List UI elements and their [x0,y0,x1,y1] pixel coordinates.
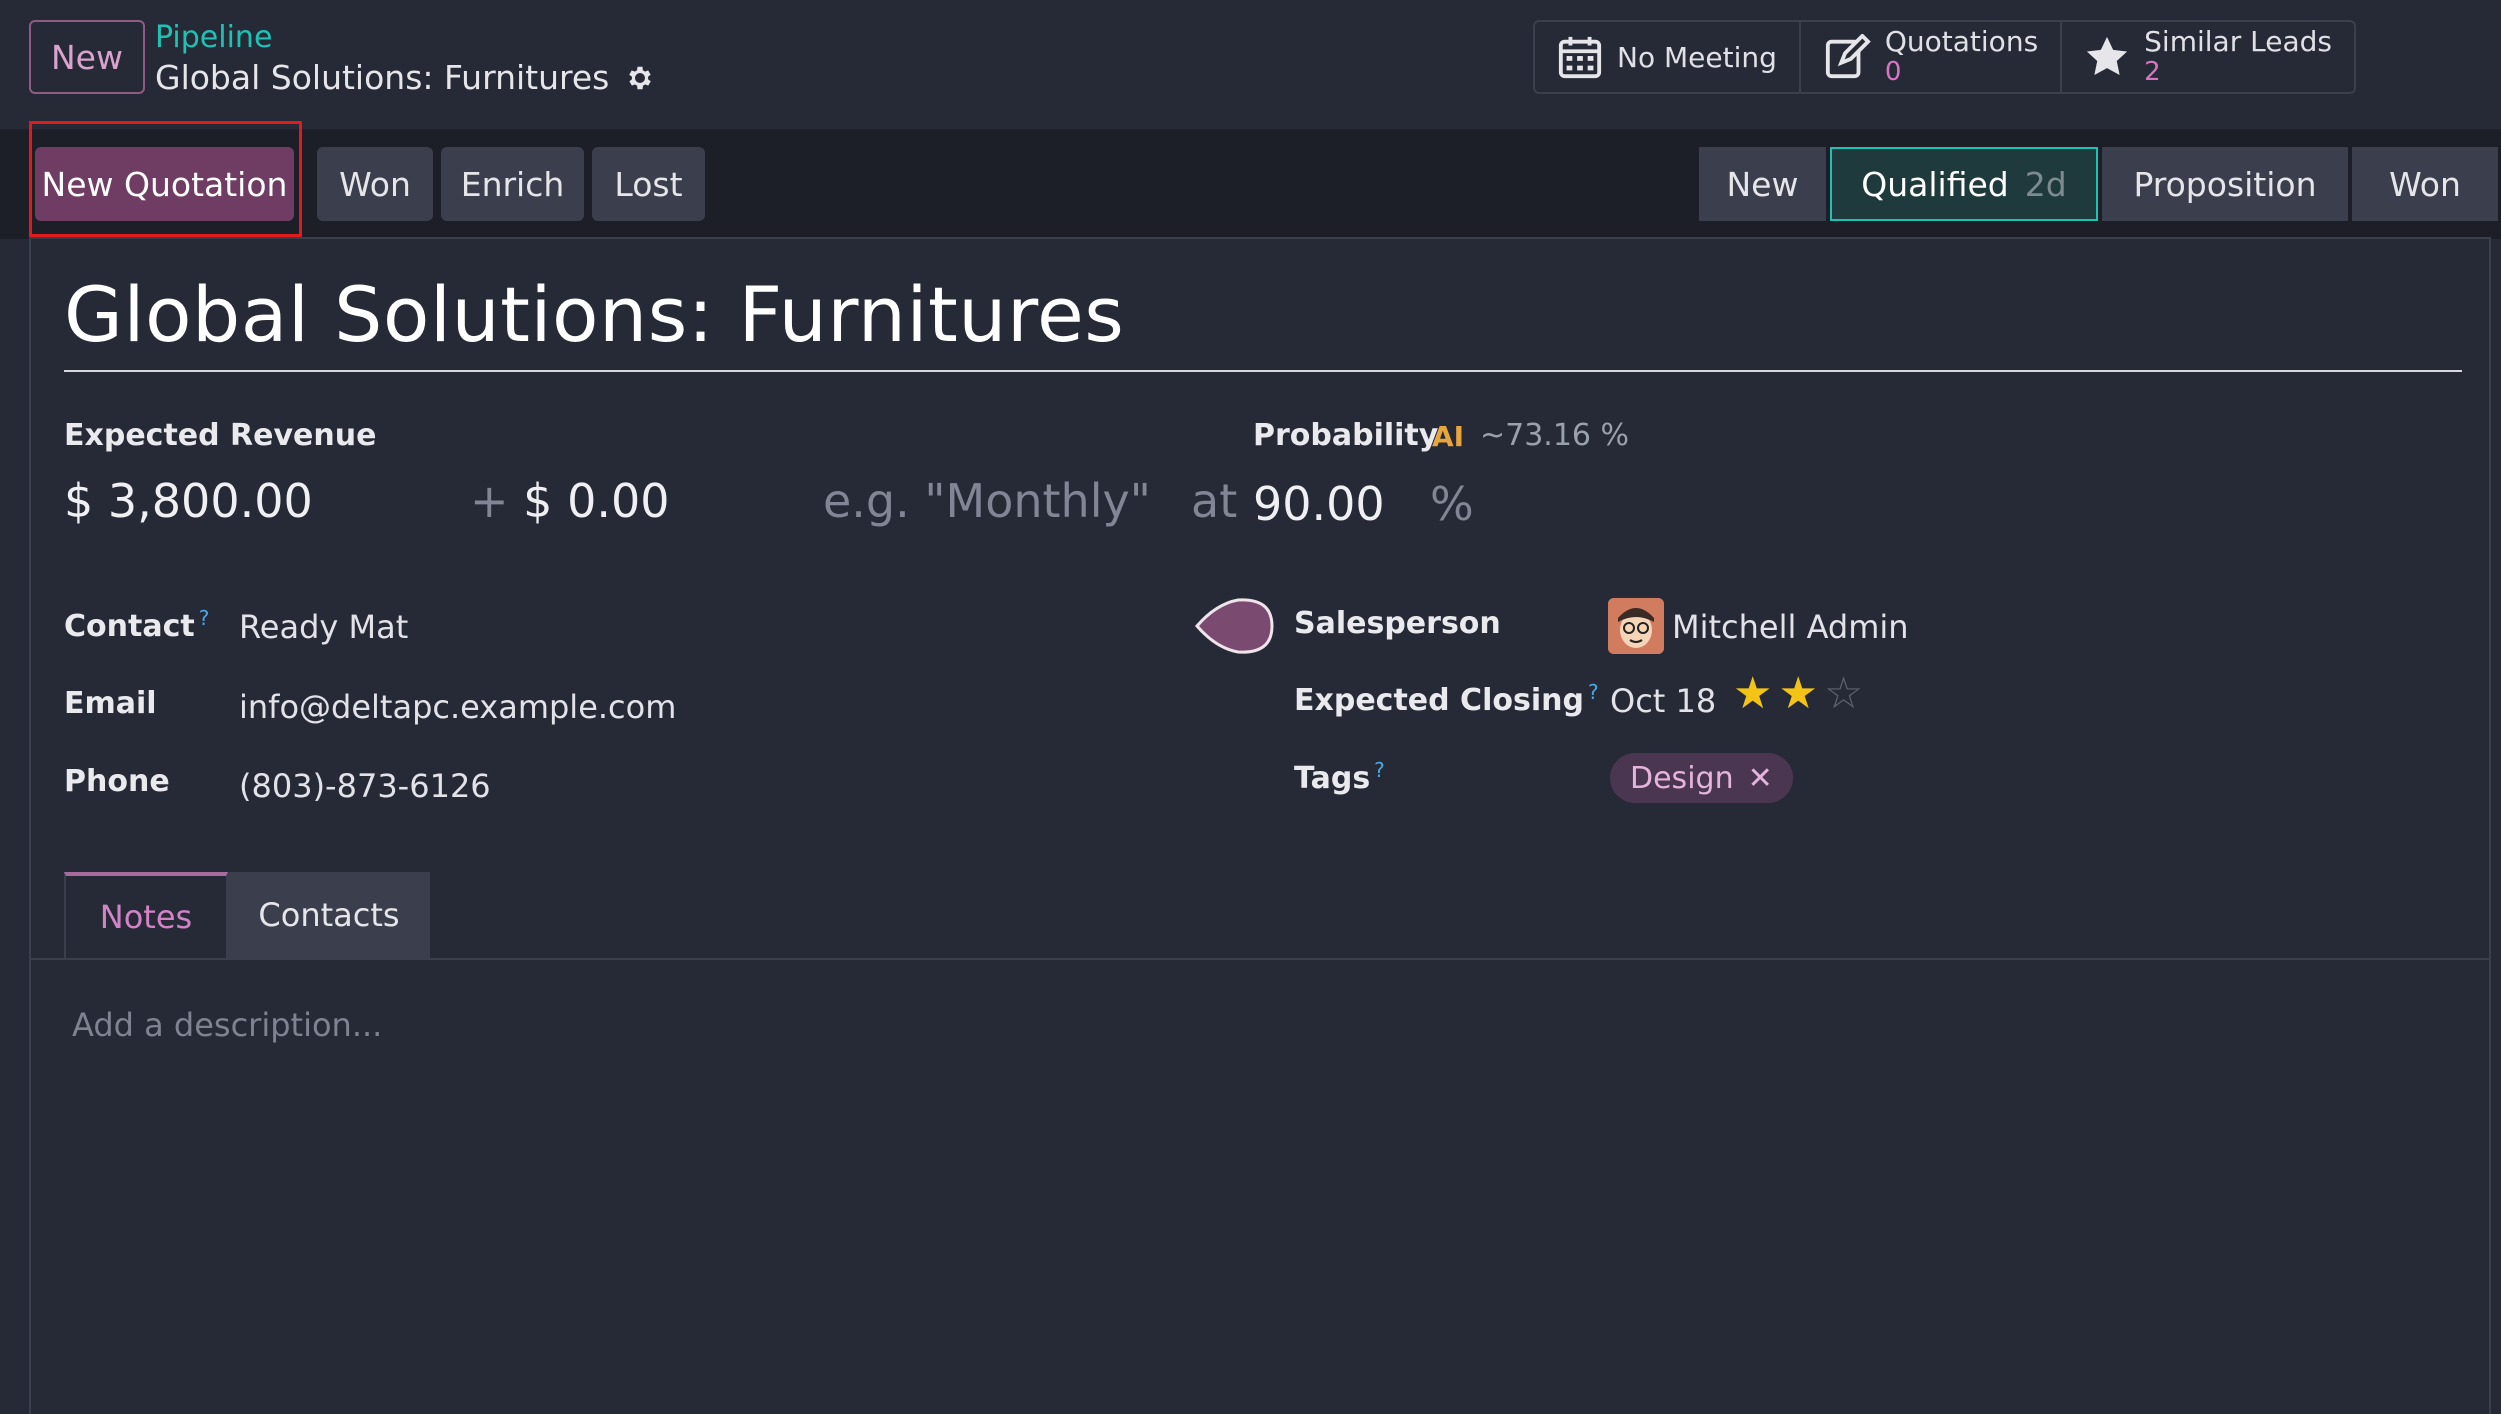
expected-revenue-field[interactable]: $ 3,800.00 [64,474,313,528]
quotations-label: Quotations [1884,25,2039,58]
calendar-icon [1558,36,1602,79]
stage-proposition-label: Proposition [2133,164,2317,204]
quotations-smart-button[interactable]: Quotations 0 [1801,22,2063,92]
tags-label-text: Tags [1294,761,1371,796]
contact-label-text: Contact [64,609,195,644]
stage-won[interactable]: Won [2352,147,2498,221]
stage-qualified[interactable]: Qualified 2d [1830,147,2098,221]
salesperson-field[interactable]: Mitchell Admin [1672,608,1909,646]
ai-probability-value: ~73.16 % [1480,418,1630,453]
description-editor[interactable]: Add a description... [72,1006,382,1044]
currency-symbol: $ [64,474,94,528]
expected-revenue-value: 3,800.00 [107,474,313,528]
tags-label: Tags? [1294,758,1385,796]
won-button[interactable]: Won [317,147,433,221]
tabs-divider [31,958,2491,960]
tab-contacts[interactable]: Contacts [228,872,430,958]
smart-buttons: No Meeting Quotations 0 Similar Leads 2 [1533,20,2356,94]
star-filled-icon[interactable]: ★ [1733,672,1772,716]
tab-notes[interactable]: Notes [64,872,228,958]
recurring-currency-symbol: $ [523,474,553,528]
meeting-label: No Meeting [1617,40,1777,74]
help-icon[interactable]: ? [1374,758,1385,782]
star-filled-icon[interactable]: ★ [1778,672,1817,716]
stage-new-label: New [1726,164,1799,204]
cursor-drop-icon [1195,594,1274,658]
stage-statusbar: New Qualified 2d Proposition Won [1699,147,2501,221]
enrich-button[interactable]: Enrich [441,147,584,221]
highlight-box [29,121,302,237]
breadcrumb-current: Global Solutions: Furnitures [155,58,655,97]
expected-closing-label: Expected Closing? [1294,680,1599,718]
tag-label: Design [1630,760,1734,796]
recurring-plan-input[interactable]: e.g. "Monthly" [823,474,1151,528]
contact-label: Contact? [64,606,209,644]
form-sheet [29,237,2491,1414]
stage-duration: 2d [2024,164,2067,204]
help-icon[interactable]: ? [1588,680,1599,704]
salesperson-label: Salesperson [1294,606,1501,641]
quotations-count: 0 [1884,57,1902,87]
similar-leads-count: 2 [2144,57,2161,87]
similar-leads-label: Similar Leads [2144,25,2332,58]
phone-label: Phone [64,764,170,799]
probability-input[interactable]: 90.00 [1253,477,1385,531]
record-title-text: Global Solutions: Furnitures [155,58,610,97]
expected-revenue-label: Expected Revenue [64,418,377,453]
stage-proposition[interactable]: Proposition [2102,147,2348,221]
expected-closing-label-text: Expected Closing [1294,683,1584,718]
avatar [1608,598,1664,654]
tag-remove-icon[interactable]: ✕ [1748,761,1773,796]
new-record-button[interactable]: New [29,20,145,94]
lead-name-underline [64,370,2462,372]
tag-design[interactable]: Design ✕ [1610,753,1793,803]
meeting-smart-button[interactable]: No Meeting [1535,22,1801,92]
ai-icon[interactable]: AI [1432,420,1464,453]
expected-closing-field[interactable]: Oct 18 [1610,682,1716,720]
recurring-revenue-field[interactable]: + $ 0.00 [470,474,670,528]
email-label: Email [64,686,157,721]
plus-sign: + [470,474,509,528]
lead-name-input[interactable]: Global Solutions: Furnitures [64,270,1124,359]
stage-new[interactable]: New [1699,147,1826,221]
percent-sign: % [1430,477,1474,531]
phone-field[interactable]: (803)-873-6126 [239,767,491,805]
breadcrumb-pipeline-link[interactable]: Pipeline [155,20,272,55]
similar-leads-smart-button[interactable]: Similar Leads 2 [2062,22,2354,92]
stage-won-label: Won [2389,164,2461,204]
probability-label: Probability [1253,418,1439,453]
gear-icon[interactable] [625,63,655,93]
priority-stars[interactable]: ★ ★ ☆ [1733,672,1863,716]
email-field[interactable]: info@deltapc.example.com [239,688,676,726]
star-icon [2087,36,2128,76]
recurring-revenue-value: 0.00 [567,474,670,528]
star-empty-icon[interactable]: ☆ [1824,672,1863,716]
edit-icon [1825,34,1871,79]
help-icon[interactable]: ? [199,606,210,630]
notebook-tabs: Notes Contacts [64,872,430,958]
stage-qualified-label: Qualified [1861,164,2009,204]
contact-field[interactable]: Ready Mat [239,608,408,646]
lost-button[interactable]: Lost [592,147,705,221]
at-label: at [1191,474,1238,528]
